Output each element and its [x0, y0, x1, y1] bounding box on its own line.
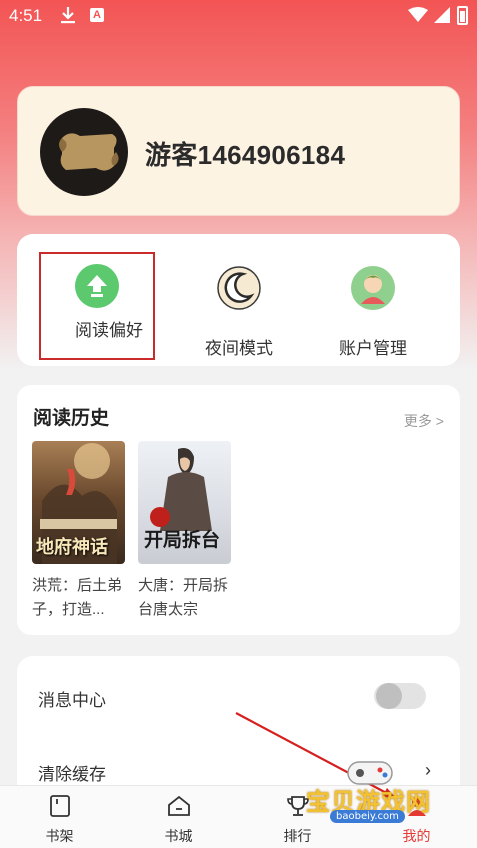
scroll-avatar-icon[interactable] — [40, 108, 128, 196]
message-center-toggle[interactable] — [374, 683, 426, 709]
profile-icon — [405, 794, 429, 818]
message-center-row[interactable]: 消息中心 — [17, 656, 460, 716]
book-cover-title: 开局拆台 — [144, 529, 221, 551]
book-cover[interactable]: 地府神话 — [32, 441, 125, 564]
toggle-knob — [376, 683, 402, 709]
username: 游客1464906184 — [145, 140, 346, 170]
nav-profile[interactable]: 我的 — [357, 786, 476, 848]
user-avatar-icon — [351, 266, 395, 310]
book-title: 洪荒：后土弟子，打造... — [32, 577, 123, 618]
nav-bookstore-label: 书城 — [164, 828, 193, 844]
clear-cache-row[interactable]: 清除缓存 › — [17, 730, 460, 790]
chevron-right-icon: › — [425, 760, 431, 780]
bottom-navigation: 书架 书城 排行 我的 — [0, 785, 477, 848]
night-mode-button[interactable]: 夜间模式 — [169, 252, 309, 360]
bookshelf-icon — [48, 794, 72, 818]
message-center-label: 消息中心 — [38, 691, 106, 710]
history-book-item[interactable]: 地府神话 洪荒：后土弟子，打造... — [32, 441, 125, 622]
upload-arrow-icon — [75, 264, 119, 308]
nav-bookstore[interactable]: 书城 — [119, 786, 238, 848]
nav-profile-label: 我的 — [402, 828, 431, 844]
nav-ranking-label: 排行 — [283, 828, 312, 844]
reading-preference-label: 阅读偏好 — [75, 321, 143, 340]
account-management-button[interactable]: 账户管理 — [303, 252, 443, 360]
quick-actions-card: 阅读偏好 夜间模式 账户管理 — [17, 234, 460, 366]
history-title: 阅读历史 — [33, 408, 110, 429]
trophy-icon — [286, 794, 310, 818]
download-icon — [60, 6, 76, 29]
wifi-icon — [408, 7, 428, 28]
profile-card[interactable]: 游客1464906184 — [17, 86, 460, 216]
history-more-link[interactable]: 更多 > — [404, 411, 444, 431]
book-title: 大唐：开局拆台唐太宗 — [138, 577, 229, 618]
history-book-item[interactable]: 开局拆台 大唐：开局拆台唐太宗 — [138, 441, 231, 622]
status-bar: 4:51 A — [0, 0, 477, 32]
night-mode-label: 夜间模式 — [205, 339, 273, 358]
moon-icon — [217, 266, 261, 310]
book-cover-title: 地府神话 — [36, 537, 108, 558]
signal-icon — [434, 7, 450, 28]
reading-preference-button[interactable]: 阅读偏好 — [39, 252, 179, 360]
reading-history-card: 阅读历史 更多 > 地府神话 洪荒：后土弟子，打造... 开局拆台 大唐：开局拆… — [17, 385, 460, 635]
status-time: 4:51 — [9, 6, 43, 25]
app-notification-icon: A — [90, 8, 104, 22]
clear-cache-label: 清除缓存 — [38, 765, 106, 784]
battery-charging-icon — [457, 6, 468, 25]
nav-bookshelf-label: 书架 — [45, 828, 74, 844]
nav-ranking[interactable]: 排行 — [238, 786, 357, 848]
settings-card: 消息中心 清除缓存 › — [17, 656, 460, 806]
bookstore-icon — [167, 794, 191, 818]
nav-bookshelf[interactable]: 书架 — [0, 786, 119, 848]
book-cover[interactable]: 开局拆台 — [138, 441, 231, 564]
account-management-label: 账户管理 — [339, 339, 407, 358]
